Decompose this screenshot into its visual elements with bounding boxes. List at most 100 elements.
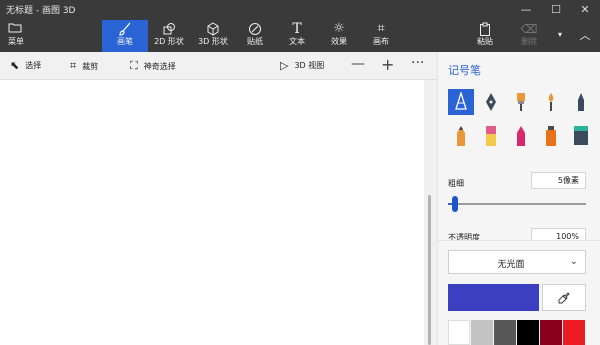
tab-effects[interactable]: ☼ 效果 bbox=[316, 20, 362, 52]
drawing-canvas[interactable] bbox=[0, 80, 424, 345]
fill-bucket-icon bbox=[574, 126, 588, 145]
vertical-scrollbar[interactable] bbox=[428, 195, 431, 345]
tab-canvas[interactable]: ⌗ 画布 bbox=[358, 20, 404, 52]
magic-select-label: 神奇选择 bbox=[143, 61, 176, 71]
tab-3d-shapes[interactable]: 3D 形状 bbox=[190, 20, 236, 52]
brush-eraser[interactable] bbox=[478, 123, 504, 149]
crop-label: 裁剪 bbox=[82, 61, 99, 71]
spray-can-icon bbox=[546, 126, 556, 146]
delete-icon: ⌫ bbox=[520, 21, 538, 36]
opacity-label: 不透明度 bbox=[448, 233, 480, 240]
ellipsis-icon: ··· bbox=[411, 55, 425, 71]
view-3d-icon: ▷ bbox=[280, 59, 289, 72]
more-options-button[interactable]: ··· bbox=[411, 55, 424, 71]
select-tool[interactable]: ⬉ 选择 bbox=[10, 59, 41, 72]
chevron-down-icon: ▾ bbox=[557, 30, 562, 39]
title-bar: 无标题 - 画图 3D — ☐ ✕ 菜单 画笔 2D 形状 3D 形状 贴纸 T… bbox=[0, 0, 600, 52]
cube-icon bbox=[207, 21, 219, 36]
tab-label: 效果 bbox=[331, 37, 347, 46]
palette-color-black[interactable] bbox=[517, 320, 539, 345]
thickness-slider-track[interactable] bbox=[448, 203, 586, 205]
brush-fill[interactable] bbox=[568, 123, 594, 149]
thickness-input[interactable]: 5像素 bbox=[531, 172, 586, 189]
palette-color-darkred[interactable] bbox=[540, 320, 562, 345]
cursor-icon: ⬉ bbox=[10, 59, 20, 72]
magic-select-tool[interactable]: ⛶ 神奇选择 bbox=[130, 59, 176, 73]
window-title: 无标题 - 画图 3D bbox=[6, 6, 76, 16]
watercolor-icon bbox=[548, 93, 554, 111]
canvas-area bbox=[0, 80, 437, 345]
panel-title: 记号笔 bbox=[448, 64, 481, 77]
text-icon: T bbox=[292, 20, 302, 37]
brush-calligraphy[interactable] bbox=[478, 89, 504, 115]
crop-tool[interactable]: ⌗ 裁剪 bbox=[70, 59, 98, 73]
brush-panel: 记号笔 粗细 5像素 不透明度 100% 无光面 ⌄ bbox=[437, 52, 600, 345]
tab-stickers[interactable]: 贴纸 bbox=[232, 20, 278, 52]
brush-oil[interactable] bbox=[508, 89, 534, 115]
chevron-down-icon: ⌄ bbox=[569, 256, 578, 267]
collapse-ribbon-button[interactable]: ︿ bbox=[572, 20, 598, 52]
minus-icon: — bbox=[351, 56, 365, 72]
menu-label: 菜单 bbox=[8, 37, 24, 46]
paste-button[interactable]: 粘贴 bbox=[462, 20, 508, 52]
brush-watercolor[interactable] bbox=[538, 89, 564, 115]
oil-brush-icon bbox=[517, 93, 525, 111]
crayon-icon bbox=[517, 126, 525, 146]
brush-marker[interactable] bbox=[448, 89, 474, 115]
sticker-icon bbox=[249, 22, 261, 35]
finish-value: 无光面 bbox=[497, 260, 525, 270]
eyedropper-icon bbox=[558, 291, 570, 303]
brush-pixel-pen[interactable] bbox=[568, 89, 594, 115]
brush-spray[interactable] bbox=[538, 123, 564, 149]
brush-crayon[interactable] bbox=[508, 123, 534, 149]
effects-icon: ☼ bbox=[333, 21, 345, 36]
maximize-icon: ☐ bbox=[551, 2, 561, 16]
opacity-input[interactable]: 100% bbox=[531, 228, 586, 240]
tab-text[interactable]: T 文本 bbox=[274, 20, 320, 52]
view-3d-toggle[interactable]: ▷ 3D 视图 bbox=[280, 59, 324, 72]
tab-2d-shapes[interactable]: 2D 形状 bbox=[146, 20, 192, 52]
plus-icon: + bbox=[381, 55, 395, 74]
zoom-in-button[interactable]: + bbox=[381, 55, 394, 74]
calligraphy-pen-icon bbox=[486, 93, 496, 111]
palette-color-white[interactable] bbox=[448, 320, 470, 345]
divider bbox=[438, 240, 600, 241]
palette-color-red[interactable] bbox=[563, 320, 585, 345]
pixel-pen-icon bbox=[578, 93, 584, 111]
brush-pencil[interactable] bbox=[448, 123, 474, 149]
thickness-label: 粗细 bbox=[448, 179, 464, 188]
delete-label: 删除 bbox=[521, 37, 537, 46]
tab-label: 3D 形状 bbox=[198, 37, 228, 46]
tab-label: 2D 形状 bbox=[154, 37, 184, 46]
finish-dropdown[interactable]: 无光面 ⌄ bbox=[448, 250, 586, 274]
clipboard-icon bbox=[480, 22, 490, 36]
view-3d-label: 3D 视图 bbox=[294, 61, 325, 70]
brush-icon bbox=[119, 22, 131, 36]
zoom-out-button[interactable]: — bbox=[351, 56, 365, 72]
current-color-swatch[interactable] bbox=[448, 284, 539, 311]
magic-select-icon: ⛶ bbox=[130, 59, 138, 72]
maximize-button[interactable]: ☐ bbox=[542, 0, 570, 18]
tab-label: 画布 bbox=[373, 37, 389, 46]
tab-brushes[interactable]: 画笔 bbox=[102, 20, 148, 52]
close-icon: ✕ bbox=[580, 2, 590, 16]
tab-label: 画笔 bbox=[117, 37, 133, 46]
canvas-icon: ⌗ bbox=[377, 21, 385, 36]
folder-icon bbox=[8, 23, 22, 33]
eyedropper-button[interactable] bbox=[542, 284, 586, 311]
minimize-button[interactable]: — bbox=[512, 0, 540, 18]
thickness-slider-thumb[interactable] bbox=[452, 196, 458, 212]
minimize-icon: — bbox=[520, 2, 532, 16]
chevron-up-icon: ︿ bbox=[579, 28, 591, 42]
palette-color-gray[interactable] bbox=[494, 320, 516, 345]
menu-button[interactable]: 菜单 bbox=[8, 22, 38, 47]
close-button[interactable]: ✕ bbox=[571, 0, 599, 18]
delete-button[interactable]: ⌫ 删除 bbox=[506, 20, 552, 52]
tab-label: 文本 bbox=[289, 37, 305, 46]
marker-icon bbox=[455, 92, 467, 110]
opacity-row-clip: 不透明度 100% bbox=[438, 224, 600, 240]
crop-icon: ⌗ bbox=[70, 59, 77, 72]
more-dropdown-button[interactable]: ▾ bbox=[549, 20, 571, 52]
select-label: 选择 bbox=[25, 61, 42, 70]
palette-color-lightgray[interactable] bbox=[471, 320, 493, 345]
